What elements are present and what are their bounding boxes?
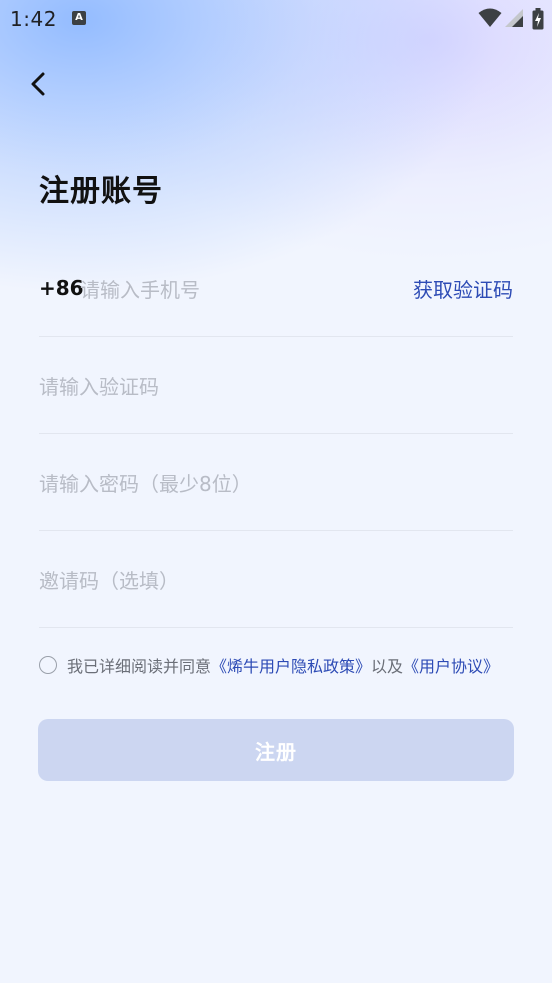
privacy-policy-link[interactable]: 《烯牛用户隐私政策》 (211, 653, 371, 677)
agreement-row: 我已详细阅读并同意 《烯牛用户隐私政策》 以及 《用户协议》 (39, 652, 499, 678)
agreement-connector: 以及 (371, 657, 404, 676)
signal-icon (505, 9, 523, 27)
page-title: 注册账号 (39, 174, 163, 209)
chevron-left-icon (31, 72, 45, 96)
country-code[interactable]: +86 (39, 240, 84, 336)
status-time: 1:42 (10, 7, 57, 31)
phone-placeholder: 请输入手机号 (80, 277, 200, 302)
user-agreement-link[interactable]: 《用户协议》 (403, 653, 499, 677)
invite-code-field: 邀请码（选填） (39, 531, 513, 628)
back-button[interactable] (22, 66, 58, 102)
agreement-text: 我已详细阅读并同意 (67, 657, 212, 676)
notification-a-icon: A (72, 11, 86, 25)
invite-code-placeholder: 邀请码（选填） (39, 568, 179, 593)
verification-code-field: 请输入验证码 (39, 337, 513, 434)
status-bar: 1:42 A (0, 0, 552, 38)
register-button[interactable]: 注册 (38, 719, 514, 781)
phone-field: +86 请输入手机号 获取验证码 (39, 240, 513, 337)
password-input[interactable]: 请输入密码（最少8位） (39, 434, 513, 530)
verification-code-input[interactable]: 请输入验证码 (39, 337, 513, 433)
verification-code-placeholder: 请输入验证码 (39, 374, 159, 399)
invite-code-input[interactable]: 邀请码（选填） (39, 531, 513, 627)
password-placeholder: 请输入密码（最少8位） (39, 471, 252, 496)
battery-icon (532, 8, 544, 30)
agreement-checkbox[interactable] (39, 656, 57, 674)
register-screen: 1:42 A 注册账号 +86 请输入手机号 获取验证码 请输入验证码 请输入密… (0, 0, 552, 983)
notification-a-label: A (75, 12, 83, 23)
phone-input[interactable]: 请输入手机号 (80, 240, 393, 336)
get-code-button[interactable]: 获取验证码 (413, 240, 513, 336)
password-field: 请输入密码（最少8位） (39, 434, 513, 531)
wifi-icon (478, 8, 502, 27)
